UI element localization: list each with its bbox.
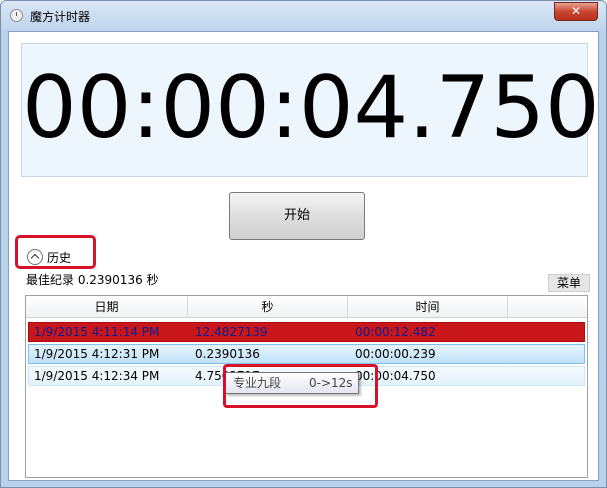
table-row[interactable]: 1/9/2015 4:12:31 PM 0.2390136 00:00:00.2… bbox=[28, 344, 585, 364]
row-time: 00:00:12.482 bbox=[355, 325, 436, 339]
best-record: 最佳纪录 0.2390136 秒 bbox=[26, 273, 159, 287]
start-button[interactable]: 开始 bbox=[229, 192, 365, 240]
row-date: 1/9/2015 4:12:31 PM bbox=[34, 347, 160, 361]
app-window: 魔方计时器 ✕ 00:00:04.750 开始 历史 最佳纪录 0.239013… bbox=[0, 0, 607, 488]
chevron-up-icon[interactable] bbox=[27, 249, 43, 265]
column-header-time[interactable]: 时间 bbox=[348, 296, 508, 318]
window-title: 魔方计时器 bbox=[30, 10, 91, 24]
row-seconds: 0.2390136 bbox=[195, 347, 260, 361]
table-row[interactable]: 1/9/2015 4:11:14 PM 12.4827139 00:00:12.… bbox=[28, 322, 585, 342]
timer-display: 00:00:04.750 bbox=[22, 58, 600, 158]
title-bar[interactable]: 魔方计时器 ✕ bbox=[1, 1, 606, 31]
main-panel: 00:00:04.750 开始 历史 最佳纪录 0.2390136 秒 菜单 日… bbox=[8, 31, 600, 481]
history-label[interactable]: 历史 bbox=[47, 249, 71, 266]
row-time: 00:00:00.239 bbox=[355, 347, 436, 361]
row-seconds: 12.4827139 bbox=[195, 325, 268, 339]
row-date: 1/9/2015 4:11:14 PM bbox=[34, 325, 160, 339]
tooltip-annotation-box bbox=[223, 364, 378, 408]
close-button[interactable]: ✕ bbox=[554, 2, 598, 21]
timer-panel: 00:00:04.750 bbox=[21, 43, 600, 177]
column-header-seconds[interactable]: 秒 bbox=[188, 296, 348, 318]
row-date: 1/9/2015 4:12:34 PM bbox=[34, 369, 160, 383]
column-header-filler bbox=[508, 296, 587, 318]
stopwatch-icon bbox=[10, 9, 23, 22]
window-bottom-border bbox=[1, 481, 606, 487]
column-header-date[interactable]: 日期 bbox=[26, 296, 188, 318]
menu-button[interactable]: 菜单 bbox=[548, 274, 590, 292]
